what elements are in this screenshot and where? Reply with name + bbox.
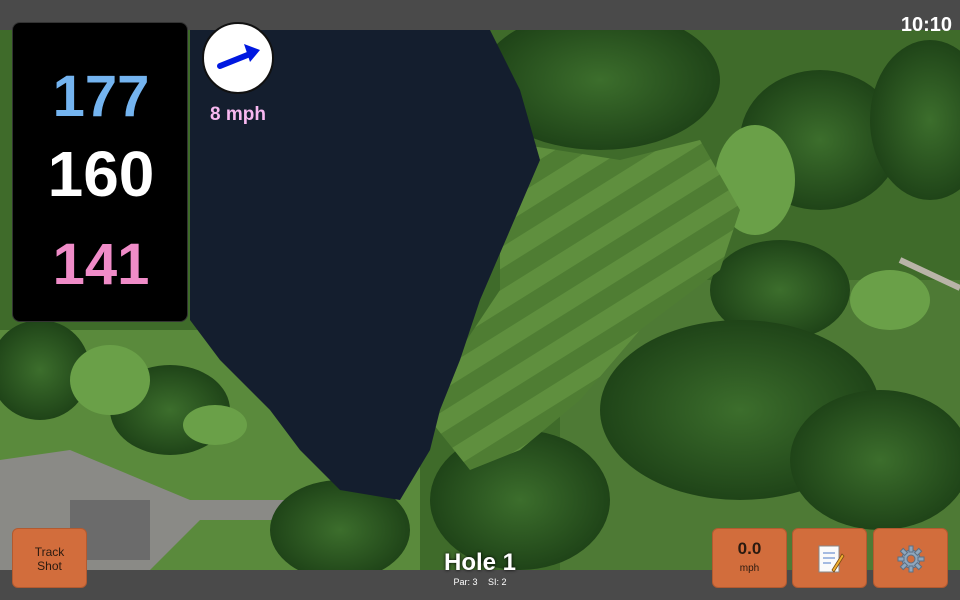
wind-speed-button[interactable]: 0.0 mph [712, 528, 787, 588]
gear-icon [897, 545, 925, 573]
hole-info: Par: 3 SI: 2 [380, 577, 580, 587]
notepad-icon [818, 545, 845, 573]
wind-speed-value: 0.0 [737, 539, 762, 558]
hole-title: Hole 1 [443, 549, 517, 576]
wind-speed-unit: mph [739, 563, 760, 574]
front-distance: 141 [52, 232, 150, 297]
distance-panel[interactable]: 177 160 141 [12, 22, 188, 322]
track-shot-button[interactable]: Track Shot [12, 528, 87, 588]
settings-button[interactable] [873, 528, 948, 588]
back-distance: 177 [52, 64, 150, 129]
notes-button[interactable] [792, 528, 867, 588]
track-shot-label-line1: Track [34, 545, 65, 559]
stroke-index-label: SI: 2 [488, 577, 507, 587]
middle-distance: 160 [47, 138, 155, 210]
wind-direction-arrow-icon [217, 44, 260, 69]
wind-direction-indicator [202, 22, 274, 94]
par-label: Par: 3 [453, 577, 478, 587]
wind-speed-label: 8 mph [210, 104, 266, 125]
clock: 10:10 [900, 14, 952, 36]
track-shot-label-line2: Shot [37, 559, 62, 573]
